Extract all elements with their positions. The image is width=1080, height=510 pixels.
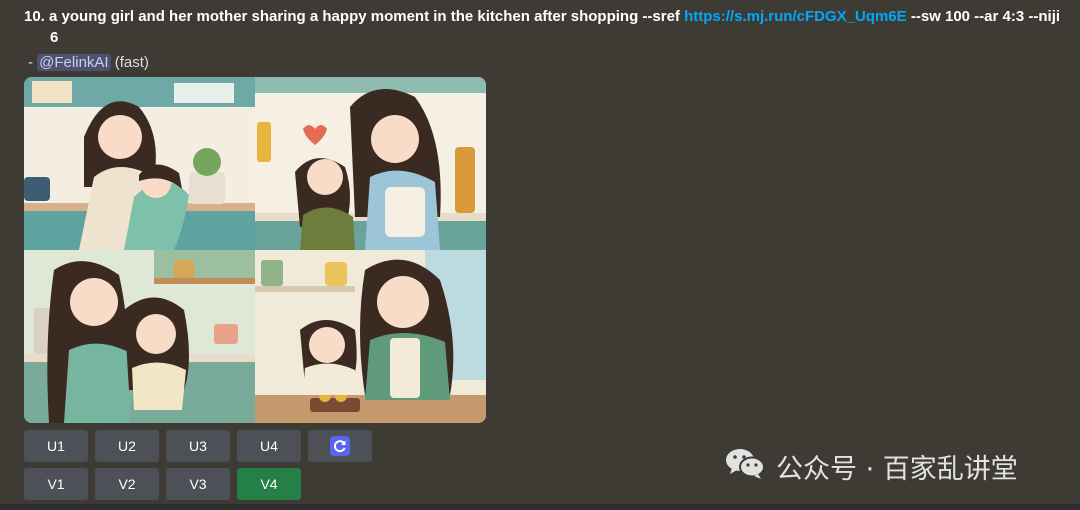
u1-button[interactable]: U1 bbox=[24, 430, 88, 462]
variation-buttons: V1 V2 V3 V4 bbox=[24, 468, 301, 500]
u3-button[interactable]: U3 bbox=[166, 430, 230, 462]
upscale-buttons: U1 U2 U3 U4 bbox=[24, 430, 372, 462]
sref-link[interactable]: https://s.mj.run/cFDGX_Uqm6E bbox=[684, 8, 907, 25]
prompt-suffix: --sw 100 --ar 4:3 --niji bbox=[906, 8, 1061, 25]
watermark-text: 公众号 · 百家乱讲堂 bbox=[776, 454, 1018, 485]
speed-mode: (fast) bbox=[110, 54, 149, 71]
image-tile-4[interactable] bbox=[255, 250, 486, 423]
u2-button[interactable]: U2 bbox=[95, 430, 159, 462]
wechat-icon bbox=[724, 446, 766, 487]
image-grid[interactable] bbox=[24, 77, 486, 423]
image-tile-1[interactable] bbox=[24, 77, 255, 250]
refresh-icon bbox=[330, 436, 350, 456]
prompt-prefix: 10. a young girl and her mother sharing … bbox=[24, 8, 685, 25]
watermark: 公众号 · 百家乱讲堂 bbox=[724, 446, 1018, 487]
v1-button[interactable]: V1 bbox=[24, 468, 88, 500]
u4-button[interactable]: U4 bbox=[237, 430, 301, 462]
v4-button[interactable]: V4 bbox=[237, 468, 301, 500]
bottom-bar bbox=[0, 504, 1080, 510]
image-tile-2[interactable] bbox=[255, 77, 486, 250]
author-line: - @FelinkAI (fast) bbox=[28, 53, 149, 73]
user-mention[interactable]: @FelinkAI bbox=[37, 54, 111, 71]
v3-button[interactable]: V3 bbox=[166, 468, 230, 500]
image-tile-3[interactable] bbox=[24, 250, 255, 423]
dash: - bbox=[28, 54, 38, 71]
prompt-continuation: 6 bbox=[50, 29, 59, 46]
reroll-button[interactable] bbox=[308, 430, 372, 462]
prompt-text: 10. a young girl and her mother sharing … bbox=[24, 6, 1064, 48]
v2-button[interactable]: V2 bbox=[95, 468, 159, 500]
